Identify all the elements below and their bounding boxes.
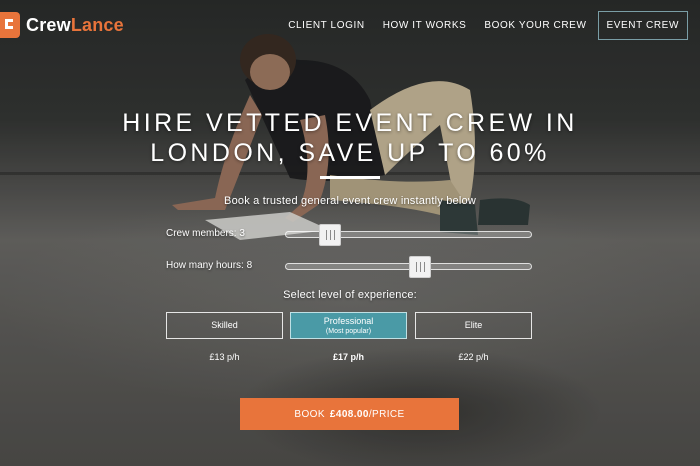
brand-name-crew: Crew [26,14,71,35]
crew-members-label: Crew members: 3 [166,228,245,239]
book-button-suffix: /PRICE [368,408,405,420]
experience-option-elite[interactable]: Elite [415,312,532,339]
logo-icon [0,12,20,38]
title-underline [320,176,380,179]
experience-label: Select level of experience: [283,289,417,301]
hero-subtitle: Book a trusted general event crew instan… [224,195,476,207]
experience-option-professional[interactable]: Professional (Most popular) [290,312,407,339]
experience-option-skilled[interactable]: Skilled [166,312,283,339]
book-button-prefix: BOOK [294,408,325,420]
hours-row: How many hours: 8 [166,256,532,278]
hours-slider[interactable] [285,256,532,278]
book-button-amount: £408.00 [329,408,369,420]
grip-icon [415,262,425,272]
crew-members-slider-handle[interactable] [319,224,341,246]
top-nav: CLIENT LOGIN HOW IT WORKS BOOK YOUR CREW… [279,11,688,40]
nav-how-it-works[interactable]: HOW IT WORKS [374,11,476,40]
crew-members-row: Crew members: 3 [166,224,532,246]
hero-title: HIRE VETTED EVENT CREW IN LONDON, SAVE U… [0,108,700,168]
hours-slider-handle[interactable] [409,256,431,278]
nav-client-login[interactable]: CLIENT LOGIN [279,11,373,40]
price-skilled: £13 p/h [209,352,240,362]
nav-event-crew[interactable]: EVENT CREW [597,11,688,40]
brand-name: CrewLance [26,15,124,36]
crew-members-slider[interactable] [285,224,532,246]
option-label: Skilled [211,320,238,330]
option-label: Elite [464,320,483,330]
option-label: Professional [323,315,374,326]
experience-options: Skilled Professional (Most popular) Elit… [166,312,532,339]
brand-name-lance: Lance [70,14,124,35]
book-button[interactable]: BOOK £408.00 /PRICE [240,398,459,430]
nav-book-your-crew[interactable]: BOOK YOUR CREW [475,11,595,40]
hours-label: How many hours: 8 [166,260,253,271]
hero-title-line2: LONDON, SAVE UP TO 60% [150,139,550,167]
price-elite: £22 p/h [458,352,489,362]
grip-icon [325,230,335,240]
price-professional: £17 p/h [332,352,364,362]
hero-title-line1: HIRE VETTED EVENT CREW IN [122,109,578,137]
option-sublabel: (Most popular) [325,327,372,335]
brand-logo[interactable]: CrewLance [0,12,124,38]
